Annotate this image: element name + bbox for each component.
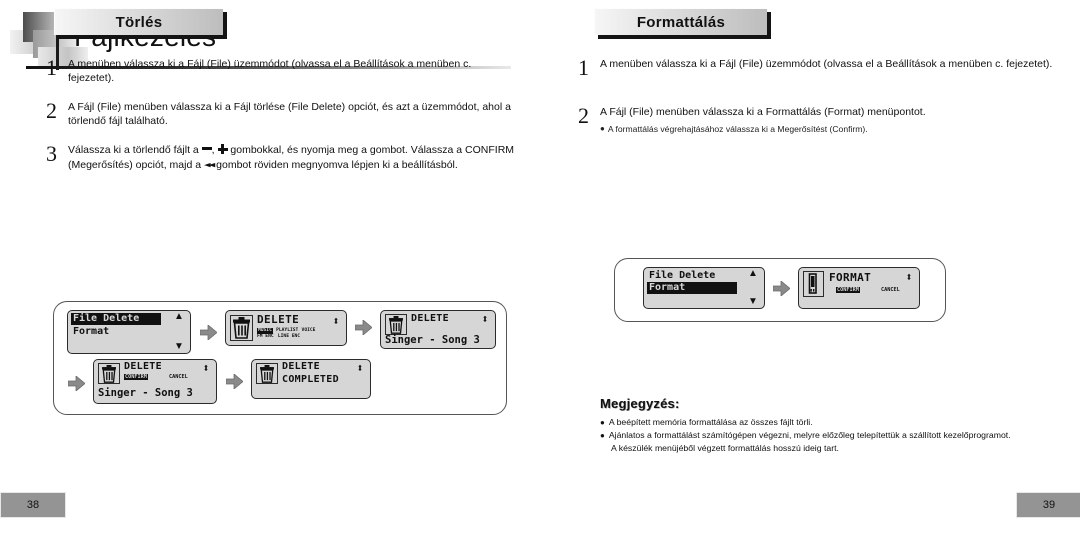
step-number: 2 bbox=[46, 98, 57, 123]
lcd-screen-delete-modes: DELETE MUSIC PLAYLIST VOICE FM ENC LINE … bbox=[225, 310, 347, 346]
note-item: ● A beépített memória formattálása az ös… bbox=[600, 417, 1070, 429]
updown-arrows-icon[interactable]: ⬍ bbox=[331, 315, 341, 327]
menu-item-file-delete[interactable]: File Delete bbox=[649, 270, 715, 282]
lcd-filename: Singer - Song 3 bbox=[98, 387, 193, 399]
menu-item-selected[interactable]: File Delete bbox=[71, 313, 161, 325]
cancel-option[interactable]: CANCEL bbox=[881, 287, 900, 293]
flow-arrow-icon bbox=[68, 376, 85, 391]
bullet-dot-icon: ● bbox=[600, 431, 605, 440]
updown-arrows-icon[interactable]: ⬍ bbox=[201, 362, 211, 374]
menu-item-selected[interactable]: Format bbox=[647, 282, 737, 294]
updown-arrows-icon[interactable]: ⬍ bbox=[904, 271, 914, 283]
lcd-filename: Singer - Song 3 bbox=[385, 334, 480, 346]
updown-arrows-icon[interactable]: ⬍ bbox=[480, 313, 490, 325]
manual-page-spread: Fájlkezelés Törlés 1 A menüben válassza … bbox=[0, 0, 1080, 539]
trash-icon bbox=[230, 315, 253, 341]
lcd-screen-format-confirm: FORMAT CONFIRM CANCEL ⬍ bbox=[798, 267, 920, 309]
page-number-right: 39 bbox=[1016, 492, 1080, 518]
lcd-heading: DELETE bbox=[411, 313, 449, 324]
memory-icon bbox=[803, 271, 824, 297]
lcd-status: COMPLETED bbox=[282, 374, 339, 385]
flow-arrow-icon bbox=[200, 325, 217, 340]
lcd-heading: FORMAT bbox=[829, 271, 872, 284]
flow-arrow-icon bbox=[226, 374, 243, 389]
mode-list-row-2: FM ENC LINE ENC bbox=[257, 333, 300, 340]
step-sub-bullet: ● A formattálás végrehajtásához válassza … bbox=[600, 123, 1058, 135]
step-item: 2 A Fájl (File) menüben válassza ki a Fo… bbox=[578, 103, 1058, 135]
step-number: 3 bbox=[46, 141, 57, 166]
step-item: 3 Válassza ki a törlendő fájlt a , gombo… bbox=[46, 141, 516, 172]
confirm-option[interactable]: CONFIRM bbox=[124, 374, 148, 380]
step-text: A Fájl (File) menüben válassza ki a Form… bbox=[600, 106, 926, 118]
mode-voice[interactable]: VOICE bbox=[302, 328, 316, 334]
scroll-down-icon[interactable]: ▼ bbox=[748, 297, 758, 307]
note-item-text: Ajánlatos a formattálást számítógépen vé… bbox=[608, 430, 1011, 440]
flow-arrow-icon bbox=[773, 281, 790, 296]
page-number-left: 38 bbox=[0, 492, 66, 518]
steps-list-delete: 1 A menüben válassza ki a Fájl (File) üz… bbox=[46, 55, 516, 186]
bullet-dot-icon: ● bbox=[600, 123, 605, 133]
flow-arrow-icon bbox=[355, 320, 372, 335]
mode-fm-enc[interactable]: FM ENC bbox=[257, 334, 274, 340]
bullet-dot-icon: ● bbox=[600, 418, 605, 427]
note-title: Megjegyzés: bbox=[600, 396, 680, 411]
trash-icon bbox=[256, 363, 278, 384]
step-item: 1 A menüben válassza ki a Fájl (File) üz… bbox=[578, 55, 1058, 80]
note-item-continuation: A készülék menüjéből végzett formattálás… bbox=[611, 443, 839, 453]
section-tab-delete: Törlés bbox=[54, 8, 223, 35]
step-text-part-3: gombot röviden megnyomva lépjen ki a beá… bbox=[213, 158, 458, 171]
step-text: Válassza ki a törlendő fájlt a , gombokk… bbox=[68, 144, 515, 171]
minus-button-icon bbox=[201, 147, 212, 150]
step-text: A menüben válassza ki a Fájl (File) üzem… bbox=[600, 58, 1053, 70]
step-text-wrapper: A Fájl (File) menüben válassza ki a Form… bbox=[600, 106, 1058, 135]
lcd-screen-file-menu: File Delete Format ▲ ▼ bbox=[67, 310, 191, 354]
note-item-text: A beépített memória formattálása az össz… bbox=[608, 417, 813, 427]
section-tab-format-label: Formattálás bbox=[636, 13, 726, 31]
step-text: A menüben válassza ki a Fájl (File) üzem… bbox=[68, 58, 472, 84]
step-sub-bullet-text: A formattálás végrehajtásához válassza k… bbox=[607, 123, 868, 134]
lcd-screen-delete-confirm: DELETE CONFIRM CANCEL Singer - Song 3 ⬍ bbox=[93, 359, 217, 404]
scroll-up-icon[interactable]: ▲ bbox=[748, 269, 758, 279]
confirm-option[interactable]: CONFIRM bbox=[836, 287, 860, 293]
trash-icon bbox=[98, 363, 120, 384]
step-number: 2 bbox=[578, 103, 589, 128]
section-tab-delete-label: Törlés bbox=[115, 13, 163, 31]
mode-line-enc[interactable]: LINE ENC bbox=[278, 334, 300, 340]
plus-button-icon bbox=[217, 144, 228, 154]
delete-flow-diagram: File Delete Format ▲ ▼ DELETE MUSIC PLAY… bbox=[53, 301, 507, 415]
step-item: 2 A Fájl (File) menüben válassza ki a Fá… bbox=[46, 98, 516, 128]
steps-list-format: 1 A menüben válassza ki a Fájl (File) üz… bbox=[578, 55, 1058, 149]
step-item: 1 A menüben válassza ki a Fájl (File) üz… bbox=[46, 55, 516, 85]
lcd-heading: DELETE bbox=[282, 361, 320, 372]
format-flow-diagram: File Delete Format ▲ ▼ FORMAT CONFIRM CA… bbox=[614, 258, 946, 322]
step-number: 1 bbox=[578, 55, 589, 80]
step-number: 1 bbox=[46, 55, 57, 80]
previous-track-button-icon: ◄◄ bbox=[203, 157, 215, 171]
section-tab-format: Formattálás bbox=[594, 8, 767, 35]
updown-arrows-icon[interactable]: ⬍ bbox=[355, 362, 365, 374]
step-text-part-1: Válassza ki a törlendő fájlt a bbox=[68, 144, 202, 156]
trash-icon bbox=[385, 314, 407, 335]
lcd-heading: DELETE bbox=[257, 313, 300, 326]
scroll-down-icon[interactable]: ▼ bbox=[174, 342, 184, 352]
lcd-screen-delete-file: DELETE Singer - Song 3 ⬍ bbox=[380, 310, 496, 349]
lcd-screen-delete-completed: DELETE COMPLETED ⬍ bbox=[251, 359, 371, 399]
scroll-up-icon[interactable]: ▲ bbox=[174, 312, 184, 322]
note-block: Megjegyzés: ● A beépített memória format… bbox=[600, 396, 1070, 455]
lcd-heading: DELETE bbox=[124, 361, 162, 372]
lcd-screen-file-menu: File Delete Format ▲ ▼ bbox=[643, 267, 765, 309]
step-text: A Fájl (File) menüben válassza ki a Fájl… bbox=[68, 101, 511, 127]
cancel-option[interactable]: CANCEL bbox=[169, 374, 188, 380]
note-item: ● Ajánlatos a formattálást számítógépen … bbox=[600, 430, 1070, 442]
menu-item-format[interactable]: Format bbox=[73, 326, 109, 338]
